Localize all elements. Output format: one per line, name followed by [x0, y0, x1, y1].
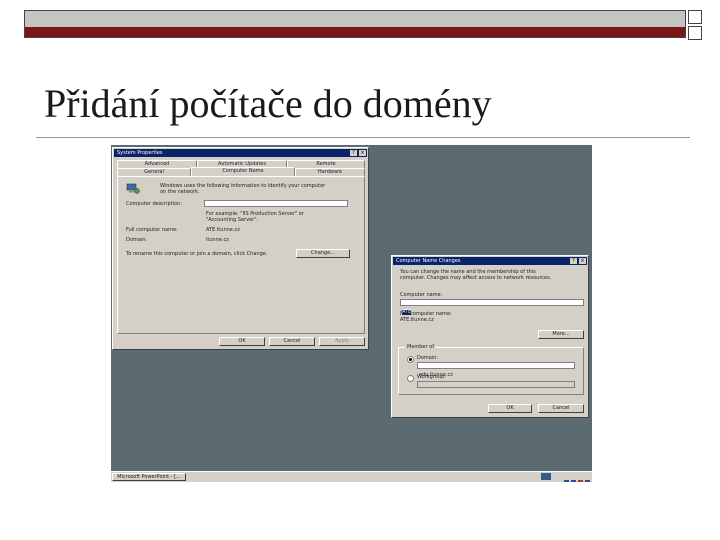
system-properties-title: System Properties [117, 150, 163, 156]
workgroup-radio-label: Workgroup: [417, 374, 446, 380]
example-line2: "Accounting Server". [206, 217, 259, 223]
tab-computer-name[interactable]: Computer Name [191, 167, 295, 176]
domain-label: Domain: [126, 237, 148, 243]
nc-help-button[interactable]: ? [570, 258, 577, 264]
name-changes-titlebar: Computer Name Changes ? × [393, 257, 587, 265]
computer-name-input[interactable]: ATE [400, 299, 584, 315]
header-square-top [688, 10, 702, 24]
computer-network-icon [126, 183, 140, 194]
computer-name-panel: Windows uses the following information t… [117, 176, 365, 334]
slide-title: Přidání počítače do domény [44, 81, 492, 126]
member-of-group: Member of Domain: edu.itunne.cz Workgrou… [398, 344, 584, 395]
language-indicator-icon[interactable] [541, 473, 551, 480]
embedded-screenshot: System Properties ? × Advanced Automatic… [111, 145, 592, 482]
domain-input[interactable]: edu.itunne.cz [417, 362, 575, 378]
domain-value: itunne.cz [206, 237, 229, 243]
tab-remote[interactable]: Remote [287, 160, 365, 168]
system-tray-icons [563, 473, 591, 482]
close-button[interactable]: × [359, 150, 366, 156]
computer-name-label: Computer name: [400, 292, 443, 298]
taskbar: Microsoft PowerPoint - [... [111, 471, 592, 482]
header-red-band [25, 27, 685, 37]
system-properties-titlebar: System Properties ? × [114, 149, 367, 157]
nc-full-name-value: ATE.Itunne.cz [400, 317, 434, 323]
workgroup-radio[interactable] [407, 375, 414, 382]
tab-hardware[interactable]: Hardware [295, 168, 365, 176]
system-properties-dialog: System Properties ? × Advanced Automatic… [112, 147, 369, 350]
sp-ok-button[interactable]: OK [219, 337, 265, 346]
computer-description-input[interactable] [204, 200, 348, 207]
full-name-label: Full computer name: [126, 227, 178, 233]
header-square-bottom [688, 26, 702, 40]
nc-cancel-button[interactable]: Cancel [538, 404, 584, 413]
description-label: Computer description: [126, 201, 182, 207]
more-button[interactable]: More... [538, 330, 584, 339]
domain-radio[interactable] [407, 356, 414, 363]
slide-header-bar [24, 10, 686, 38]
taskbar-powerpoint-button[interactable]: Microsoft PowerPoint - [... [112, 473, 186, 481]
title-divider [36, 137, 690, 138]
nc-ok-button[interactable]: OK [488, 404, 532, 413]
sp-info-line2: on the network. [160, 189, 200, 195]
tab-general[interactable]: General [117, 168, 191, 176]
full-name-value: ATE.Itunne.cz [206, 227, 240, 233]
name-changes-dialog: Computer Name Changes ? × You can change… [391, 255, 589, 418]
rename-instructions: To rename this computer or join a domain… [126, 251, 268, 257]
sp-cancel-button[interactable]: Cancel [269, 337, 315, 346]
domain-radio-label: Domain: [417, 355, 439, 361]
tray-icon-group [564, 480, 590, 482]
tab-advanced[interactable]: Advanced [117, 160, 197, 168]
member-of-label: Member of [405, 344, 436, 350]
help-button[interactable]: ? [350, 150, 357, 156]
sp-apply-button[interactable]: Apply [319, 337, 365, 346]
change-button[interactable]: Change... [296, 249, 350, 258]
name-changes-title: Computer Name Changes [396, 258, 461, 264]
workgroup-input[interactable] [417, 381, 575, 388]
nc-info-line2: computer. Changes may affect access to n… [400, 275, 552, 281]
nc-close-button[interactable]: × [579, 258, 586, 264]
